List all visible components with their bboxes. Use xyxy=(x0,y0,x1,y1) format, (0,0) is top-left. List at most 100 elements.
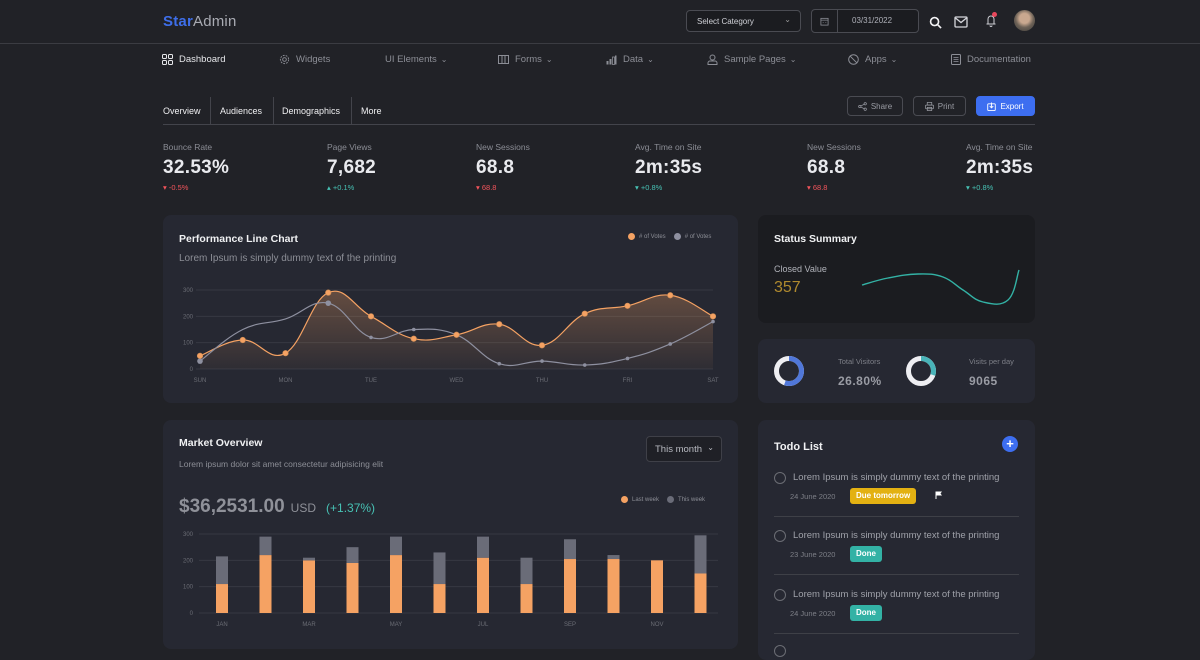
status-sparkline xyxy=(861,269,1020,305)
tab-audiences[interactable]: Audiences xyxy=(220,97,262,124)
y-tick-label: 0 xyxy=(190,611,194,617)
legend-dot-orange xyxy=(628,233,635,240)
bar-last-week xyxy=(520,584,533,613)
todo-checkbox[interactable] xyxy=(774,645,786,657)
caret-down-icon: ▾ xyxy=(807,183,811,192)
data-point xyxy=(711,319,715,324)
data-point xyxy=(196,352,204,359)
bar-this-week xyxy=(520,557,533,585)
performance-subtitle: Lorem Ipsum is simply dummy text of the … xyxy=(179,253,397,264)
legend-dot-orange xyxy=(621,496,628,503)
data-point xyxy=(453,331,460,338)
mail-icon[interactable] xyxy=(954,15,968,33)
status-badge: Done xyxy=(850,546,882,562)
nav-widgets[interactable]: Widgets xyxy=(279,54,330,65)
data-point xyxy=(369,335,373,340)
data-point xyxy=(582,363,587,367)
bar-last-week xyxy=(433,584,446,613)
tab-divider xyxy=(351,97,352,124)
data-point xyxy=(538,342,546,349)
period-select[interactable]: This month ⌄ xyxy=(646,436,722,462)
columns-icon xyxy=(498,55,509,64)
performance-title: Performance Line Chart xyxy=(179,233,299,245)
share-button[interactable]: Share xyxy=(847,96,903,116)
legend-dot-gray xyxy=(673,233,681,240)
data-point xyxy=(668,342,673,346)
caret-down-icon: ▾ xyxy=(966,183,970,192)
bar-last-week xyxy=(607,559,620,613)
data-point xyxy=(624,302,631,309)
bar-this-week xyxy=(477,536,489,558)
legend-label: # of Votes xyxy=(639,233,666,240)
divider xyxy=(774,516,1019,517)
x-tick-label: JUL xyxy=(478,622,489,628)
chevron-down-icon: ⌄ xyxy=(440,55,448,64)
data-point xyxy=(197,358,203,364)
todo-checkbox[interactable] xyxy=(774,472,786,484)
caret-down-icon: ▾ xyxy=(476,183,480,192)
legend-dot-gray xyxy=(667,496,675,503)
avatar[interactable] xyxy=(1014,10,1035,31)
export-button[interactable]: Export xyxy=(976,96,1035,116)
nav-data[interactable]: Data ⌄ xyxy=(606,54,654,65)
print-button[interactable]: Print xyxy=(913,96,966,116)
tab-more[interactable]: More xyxy=(361,97,382,124)
todo-checkbox[interactable] xyxy=(774,589,786,601)
legend-label: Last week xyxy=(632,496,660,503)
bar-this-week xyxy=(564,539,576,560)
nav-ui-elements[interactable]: UI Elements ⌄ xyxy=(385,54,447,65)
y-tick-label: 100 xyxy=(183,585,194,591)
nav-forms[interactable]: Forms ⌄ xyxy=(498,54,553,65)
stat-avg-time-2: Avg. Time on Site 2m:35s ▾ +0.8% xyxy=(966,142,1034,192)
x-tick-label: SEP xyxy=(564,622,576,628)
y-tick-label: 100 xyxy=(183,341,194,347)
y-tick-label: 300 xyxy=(183,288,194,294)
x-tick-label: JAN xyxy=(216,622,227,628)
user-icon xyxy=(707,54,718,65)
chevron-down-icon: ⌄ xyxy=(789,55,797,64)
closed-value: 357 xyxy=(774,279,801,296)
nav-documentation[interactable]: Documentation xyxy=(951,54,1031,65)
bar-last-week xyxy=(477,557,489,613)
bar-last-week xyxy=(564,559,576,613)
bar-this-week xyxy=(694,535,707,574)
stat-bounce-rate: Bounce Rate 32.53% ▾ -0.5% xyxy=(163,142,230,192)
nav-dashboard[interactable]: Dashboard xyxy=(162,54,225,65)
nav-apps[interactable]: Apps ⌄ xyxy=(848,54,897,65)
main-nav: Dashboard Widgets UI Elements ⌄ Forms ⌄ Da… xyxy=(0,45,1200,75)
dashboard-tabs: Overview Audiences Demographics More xyxy=(163,97,1035,125)
market-title: Market Overview xyxy=(179,437,263,449)
plus-icon: + xyxy=(1006,436,1014,451)
bar-this-week xyxy=(216,556,228,585)
share-icon xyxy=(858,101,867,111)
bar-this-week xyxy=(259,536,272,556)
total-visitors-value: 26.80% xyxy=(838,374,882,388)
search-icon[interactable] xyxy=(929,16,942,34)
total-visitors-donut xyxy=(774,356,804,386)
category-select[interactable]: Select Category ⌄ xyxy=(686,10,801,32)
market-amount: $36,2531.00 USD (+1.37%) xyxy=(179,496,376,517)
calendar-icon[interactable] xyxy=(812,10,838,32)
caret-down-icon: ▾ xyxy=(635,183,639,192)
bar-this-week xyxy=(607,555,620,560)
data-point xyxy=(625,356,630,361)
bar-last-week xyxy=(390,555,402,613)
x-tick-label: SAT xyxy=(707,378,719,384)
data-point xyxy=(325,300,332,306)
date-picker[interactable]: 03/31/2022 xyxy=(811,9,919,33)
x-tick-label: MAY xyxy=(390,622,403,628)
printer-icon xyxy=(924,101,934,111)
y-tick-label: 300 xyxy=(183,532,194,538)
add-todo-button[interactable]: + xyxy=(1002,436,1018,452)
tab-divider xyxy=(210,97,211,124)
ban-icon xyxy=(848,54,859,65)
tab-overview[interactable]: Overview xyxy=(163,97,201,124)
bar-this-week xyxy=(390,536,402,556)
data-point xyxy=(325,289,332,296)
brand-logo[interactable]: StarAdmin xyxy=(163,13,237,30)
legend-label: # of Votes xyxy=(684,233,712,240)
grid-icon xyxy=(162,54,173,65)
tab-demographics[interactable]: Demographics xyxy=(282,97,340,124)
nav-sample-pages[interactable]: Sample Pages ⌄ xyxy=(707,54,797,65)
todo-checkbox[interactable] xyxy=(774,530,786,542)
